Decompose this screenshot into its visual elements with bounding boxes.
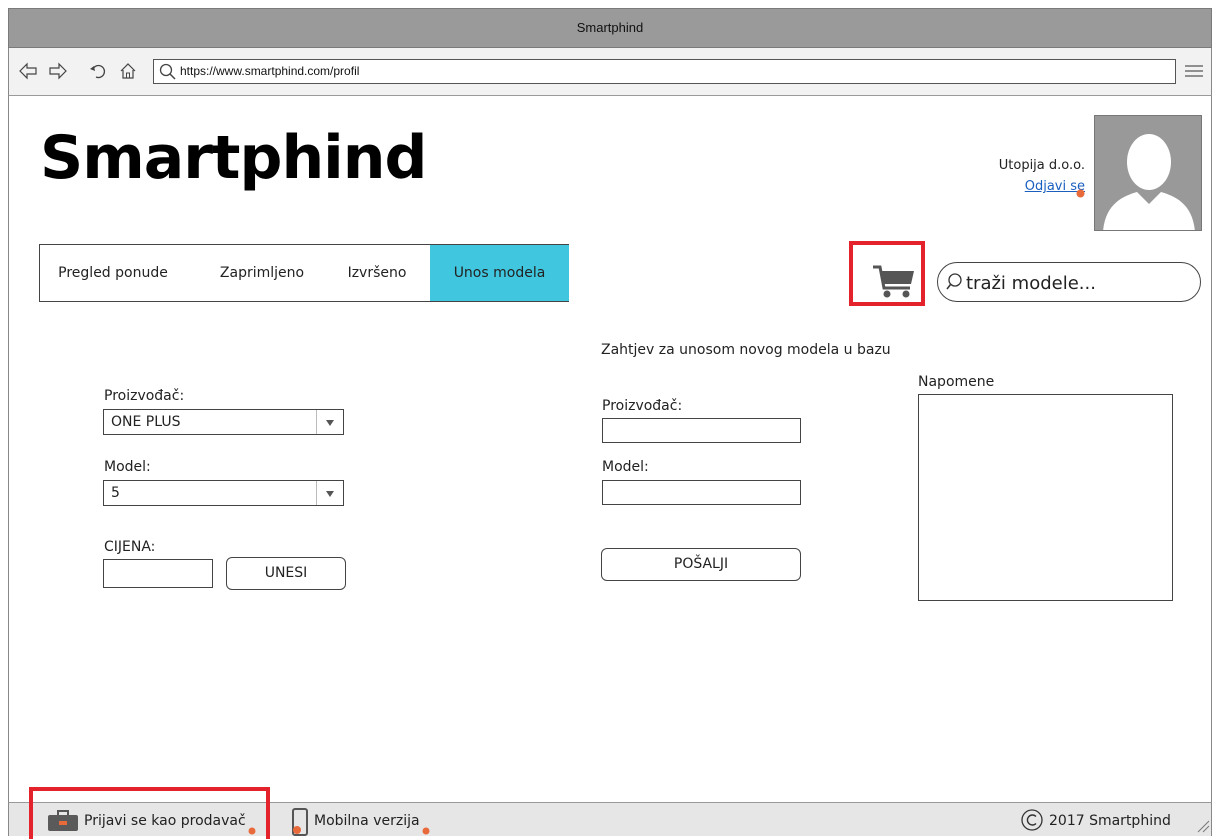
request-manufacturer-input[interactable] — [602, 418, 801, 443]
window-border-left — [8, 96, 9, 802]
unesi-button[interactable]: UNESI — [226, 557, 346, 590]
mobile-version-link[interactable]: Mobilna verzija — [314, 813, 420, 829]
briefcase-icon[interactable] — [47, 810, 79, 832]
address-search-icon — [158, 62, 178, 82]
reload-icon[interactable] — [88, 61, 108, 81]
mobile-phone-icon[interactable] — [291, 808, 311, 836]
chevron-down-icon — [316, 481, 343, 505]
request-manufacturer-label: Proizvođač: — [602, 398, 683, 414]
manufacturer-label: Proizvođač: — [104, 388, 185, 404]
price-label: CIJENA: — [104, 539, 156, 555]
avatar[interactable] — [1094, 115, 1202, 231]
request-model-label: Model: — [602, 459, 649, 475]
model-select-value: 5 — [111, 485, 120, 501]
url-text: https://www.smartphind.com/profil — [180, 64, 360, 78]
tab-bar: Pregled ponude Zaprimljeno Izvršeno Unos… — [39, 244, 569, 302]
copyright-text: 2017 Smartphind — [1049, 813, 1171, 829]
notes-textarea[interactable] — [918, 394, 1173, 601]
search-input[interactable] — [966, 270, 1186, 296]
resize-grip-icon[interactable] — [1196, 818, 1210, 833]
brand-logo[interactable]: Smartphind — [40, 128, 427, 188]
user-name: Utopija d.o.o. — [998, 158, 1085, 173]
tab-zaprimljeno[interactable]: Zaprimljeno — [207, 245, 317, 301]
model-label: Model: — [104, 459, 151, 475]
cursor-indicator-icon — [248, 820, 256, 835]
window-titlebar: Smartphind — [8, 8, 1212, 48]
model-select[interactable]: 5 — [103, 480, 344, 506]
tab-unos-modela[interactable]: Unos modela — [430, 245, 569, 301]
seller-login-link[interactable]: Prijavi se kao prodavač — [84, 813, 246, 829]
price-input[interactable] — [103, 559, 213, 588]
cursor-indicator-icon — [422, 820, 430, 835]
chevron-down-icon — [316, 410, 343, 434]
posalji-button[interactable]: POŠALJI — [601, 548, 801, 581]
copyright-icon — [1021, 809, 1043, 831]
manufacturer-select[interactable]: ONE PLUS — [103, 409, 344, 435]
menu-icon[interactable] — [1185, 63, 1203, 79]
request-heading: Zahtjev za unosom novog modela u bazu — [601, 342, 891, 358]
forward-arrow-icon[interactable] — [48, 61, 68, 81]
cart-icon[interactable] — [872, 262, 916, 300]
notes-label: Napomene — [918, 374, 995, 390]
home-icon[interactable] — [118, 61, 138, 81]
cursor-indicator-icon — [1076, 183, 1085, 198]
tab-izvrseno[interactable]: Izvršeno — [338, 245, 416, 301]
request-model-input[interactable] — [602, 480, 801, 505]
manufacturer-select-value: ONE PLUS — [111, 414, 181, 430]
window-border-right — [1211, 96, 1212, 802]
tab-pregled-ponude[interactable]: Pregled ponude — [48, 245, 178, 301]
window-title: Smartphind — [576, 20, 644, 35]
search-icon — [946, 272, 966, 292]
back-arrow-icon[interactable] — [18, 61, 38, 81]
